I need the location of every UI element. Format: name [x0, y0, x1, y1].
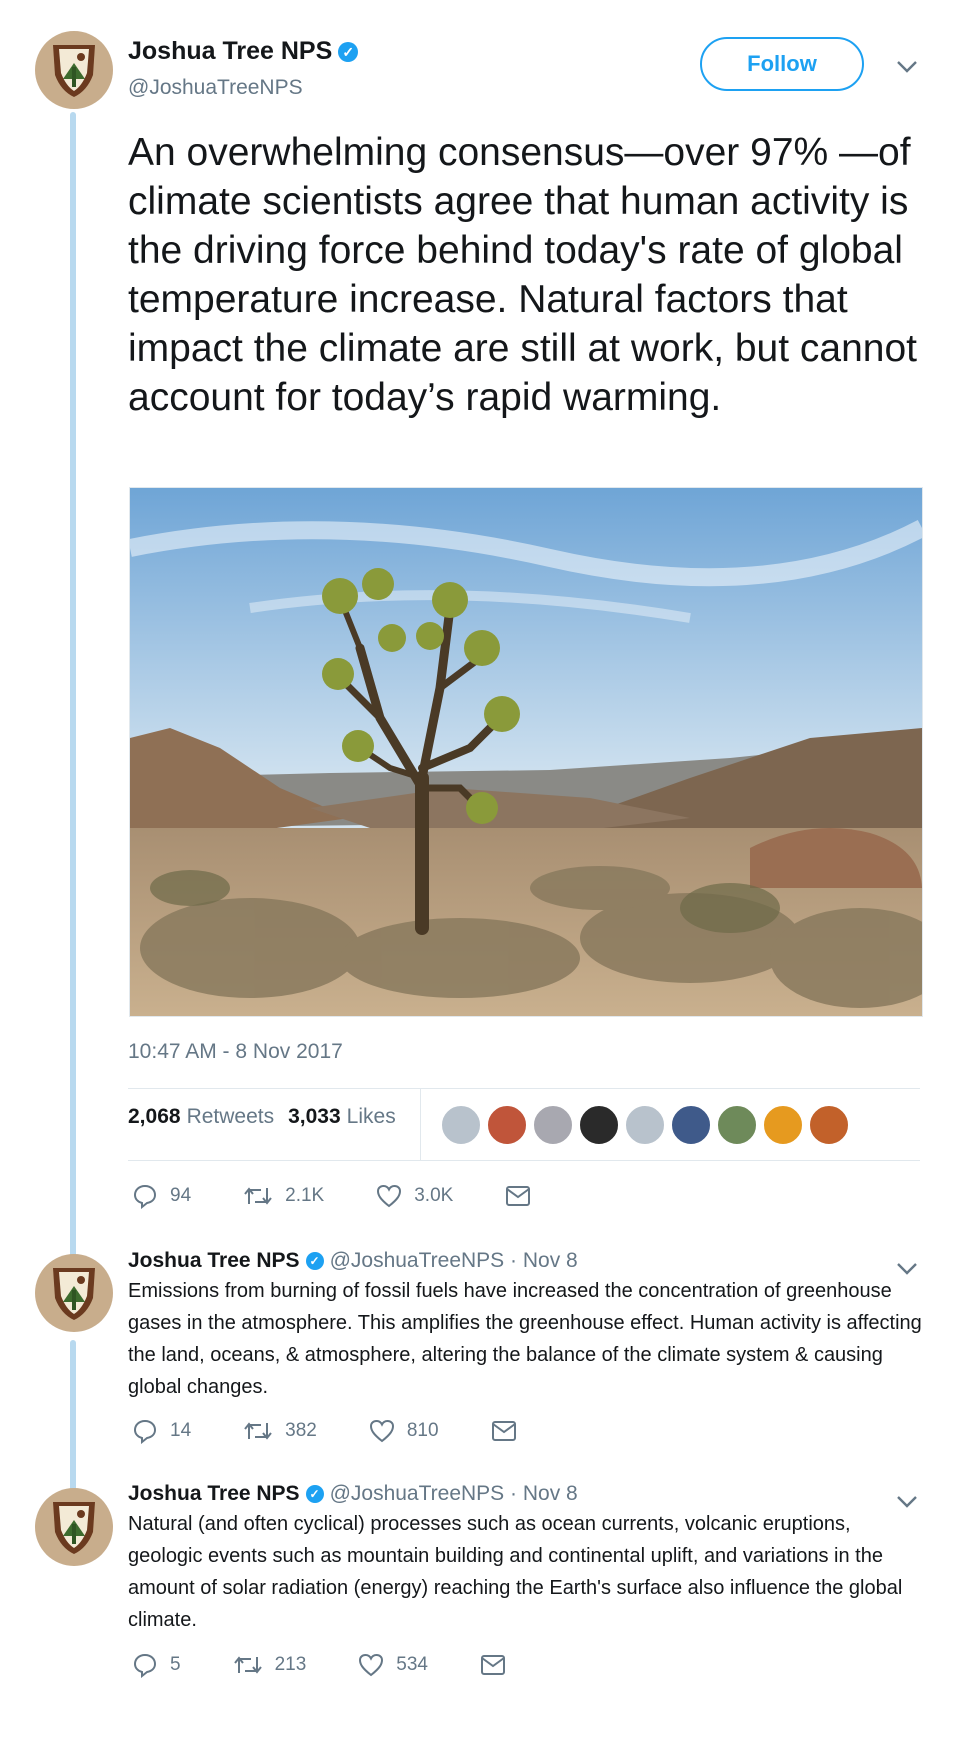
tweet-photo[interactable] — [129, 487, 923, 1017]
reply-button[interactable]: 14 — [132, 1418, 191, 1444]
verified-badge-icon: ✓ — [338, 41, 359, 62]
nps-arrowhead-logo — [53, 1502, 95, 1554]
verified-badge-icon: ✓ — [305, 1252, 324, 1270]
author-name[interactable]: Joshua Tree NPS — [128, 37, 332, 66]
thread-line — [70, 1340, 76, 1492]
tweet-text: An overwhelming consensus—over 97% —of c… — [128, 131, 918, 419]
reply-author-row: Joshua Tree NPS ✓ @JoshuaTreeNPS · Nov 8 — [128, 1249, 578, 1273]
retweets-count[interactable]: 2,068 — [128, 1105, 181, 1129]
direct-message-button[interactable] — [491, 1420, 529, 1442]
liker-avatar[interactable] — [532, 1104, 574, 1146]
thread-line — [70, 112, 76, 1262]
like-count: 810 — [406, 1420, 439, 1441]
like-icon — [359, 1653, 384, 1677]
retweet-count: 2.1K — [285, 1185, 325, 1206]
liker-avatar[interactable] — [762, 1104, 804, 1146]
stats-separator — [420, 1088, 421, 1160]
reply-meta[interactable]: @JoshuaTreeNPS · Nov 8 — [330, 1482, 578, 1506]
reply-icon — [133, 1419, 157, 1444]
author-row: Joshua Tree NPS ✓ — [128, 37, 359, 66]
like-count: 534 — [396, 1654, 428, 1675]
liker-avatar[interactable] — [486, 1104, 528, 1146]
direct-message-button[interactable] — [480, 1654, 518, 1676]
divider — [128, 1088, 920, 1089]
retweet-count: 382 — [285, 1420, 317, 1441]
reply-count: 5 — [170, 1654, 181, 1675]
avatar[interactable] — [35, 1254, 113, 1332]
retweet-icon — [244, 1422, 272, 1440]
like-button[interactable]: 3.0K — [376, 1184, 453, 1208]
retweet-icon — [233, 1656, 262, 1674]
like-button[interactable]: 534 — [358, 1653, 428, 1677]
engagement-stats: 2,068 Retweets 3,033 Likes — [128, 1105, 410, 1129]
reply-meta[interactable]: @JoshuaTreeNPS · Nov 8 — [330, 1249, 578, 1273]
reply-button[interactable]: 94 — [132, 1183, 191, 1209]
tweet-actions: 5 213 534 — [132, 1652, 570, 1678]
author-handle[interactable]: @JoshuaTreeNPS — [128, 76, 303, 100]
divider — [128, 1160, 920, 1161]
liker-avatar[interactable] — [716, 1104, 758, 1146]
avatar[interactable] — [35, 31, 113, 109]
retweet-button[interactable]: 213 — [233, 1653, 307, 1677]
liker-avatar[interactable] — [624, 1104, 666, 1146]
reply-text: Natural (and often cyclical) processes s… — [128, 1513, 903, 1631]
direct-message-button[interactable] — [505, 1185, 543, 1207]
tweet-actions: 14 382 810 — [132, 1418, 581, 1444]
reply-icon — [133, 1653, 157, 1678]
liker-avatar[interactable] — [440, 1104, 482, 1146]
retweets-label[interactable]: Retweets — [187, 1105, 275, 1129]
liker-avatar[interactable] — [670, 1104, 712, 1146]
reply-count: 14 — [170, 1420, 192, 1441]
verified-badge-icon: ✓ — [305, 1485, 324, 1503]
direct-message-icon — [491, 1421, 516, 1441]
tweet-actions: 94 2.1K 3.0K — [132, 1183, 595, 1209]
direct-message-icon — [480, 1655, 505, 1675]
like-icon — [369, 1419, 394, 1443]
avatar[interactable] — [35, 1488, 113, 1566]
like-count: 3.0K — [414, 1185, 454, 1206]
like-icon — [377, 1184, 402, 1208]
author-name[interactable]: Joshua Tree NPS — [128, 1482, 300, 1506]
chevron-down-icon[interactable] — [896, 54, 918, 80]
retweet-icon — [244, 1187, 272, 1205]
follow-button[interactable]: Follow — [700, 37, 864, 91]
likes-label[interactable]: Likes — [347, 1105, 396, 1129]
reply-text: Emissions from burning of fossil fuels h… — [128, 1280, 922, 1398]
liker-avatar[interactable] — [808, 1104, 850, 1146]
liker-avatar[interactable] — [578, 1104, 620, 1146]
reply-author-row: Joshua Tree NPS ✓ @JoshuaTreeNPS · Nov 8 — [128, 1482, 578, 1506]
reply-button[interactable]: 5 — [132, 1652, 181, 1678]
retweet-button[interactable]: 382 — [243, 1419, 317, 1443]
retweet-count: 213 — [274, 1654, 307, 1675]
direct-message-icon — [506, 1186, 531, 1206]
likes-count[interactable]: 3,033 — [288, 1105, 341, 1129]
retweet-button[interactable]: 2.1K — [243, 1184, 324, 1208]
author-name[interactable]: Joshua Tree NPS — [128, 1249, 300, 1273]
nps-arrowhead-logo — [53, 45, 95, 97]
nps-arrowhead-logo — [53, 1268, 95, 1320]
tweet-timestamp[interactable]: 10:47 AM - 8 Nov 2017 — [128, 1040, 343, 1064]
reply-icon — [133, 1184, 157, 1209]
reply-count: 94 — [170, 1185, 192, 1206]
like-button[interactable]: 810 — [369, 1419, 439, 1443]
